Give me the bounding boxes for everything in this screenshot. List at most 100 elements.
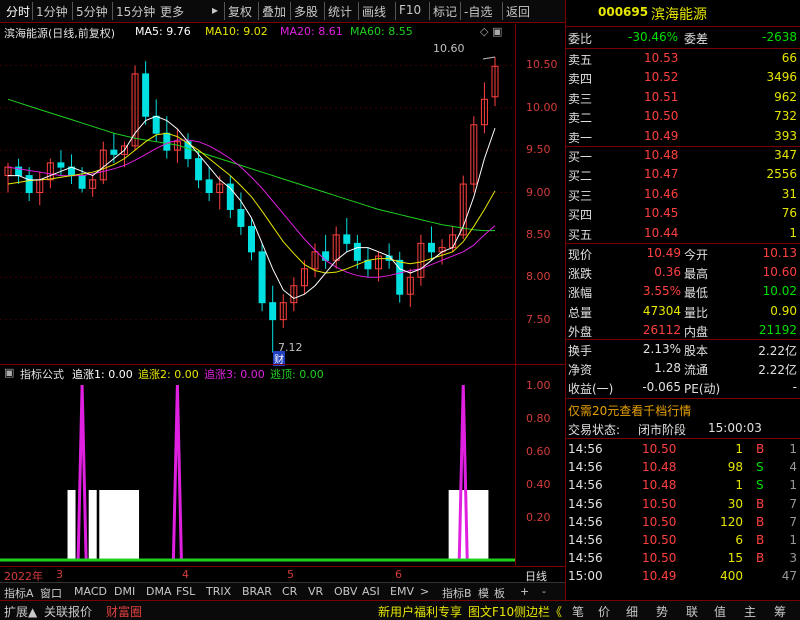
toolbar-separator — [324, 2, 325, 20]
stats-row: 涨跌 0.36 最高 10.60 — [566, 264, 800, 282]
promo-row[interactable]: 仅需20元查看千档行情 — [566, 401, 800, 419]
status-right-7[interactable]: 联 — [686, 603, 698, 620]
tick-count: 4 — [789, 460, 797, 475]
promo-link[interactable]: 仅需20元查看千档行情 — [568, 402, 691, 419]
stats-label-a: 涨幅 — [568, 286, 593, 301]
indicator-tab-15[interactable]: 模 — [478, 585, 489, 601]
price-tick: 8.50 — [526, 227, 551, 241]
indicator-tab-12[interactable]: EMV — [390, 585, 414, 598]
stats2-label-b: 流通 — [684, 363, 709, 378]
ma10-label: MA10: 9.02 — [205, 25, 268, 38]
indicator-menu-icon[interactable]: ▣ — [4, 366, 14, 379]
indicator-tab-17[interactable]: + — [520, 585, 529, 598]
tick-time: 14:56 — [568, 478, 603, 493]
tick-row: 14:56 10.48 98 S 4 — [566, 459, 800, 477]
status-right-3[interactable]: 笔 — [572, 603, 584, 620]
stats-value-b: 10.60 — [762, 265, 797, 280]
status-left-2[interactable]: 财富圈 — [106, 603, 142, 620]
month-4: 4 — [182, 568, 189, 581]
indicator-tab-8[interactable]: CR — [282, 585, 297, 598]
indicator-tab-14[interactable]: 指标B — [442, 585, 472, 601]
toolbar-item-11[interactable]: 标记 — [433, 3, 457, 20]
toolbar-item-1[interactable]: 1分钟 — [36, 3, 68, 20]
stats-value-b: 21192 — [758, 322, 797, 337]
tick-time: 14:56 — [568, 442, 603, 456]
weibi-value: -30.46% — [628, 30, 679, 44]
indicator-tick: 1.00 — [526, 379, 551, 392]
indicator-tab-13[interactable]: > — [420, 585, 429, 598]
status-right-1[interactable]: 图文F10 — [468, 603, 514, 620]
sells-row: 卖五 10.53 66 — [566, 50, 800, 68]
stats2-label-a: 净资 — [568, 363, 593, 378]
stats-label-a: 外盘 — [568, 324, 593, 339]
indicator-tab-1[interactable]: 窗口 — [40, 585, 62, 601]
indicator-tab-2[interactable]: MACD — [74, 585, 107, 598]
toolbar-item-4[interactable]: 更多 — [160, 3, 184, 20]
status-right-8[interactable]: 值 — [714, 603, 726, 620]
toolbar-separator — [290, 2, 291, 20]
toolbar-item-10[interactable]: F10 — [399, 3, 421, 17]
toolbar-separator — [224, 2, 225, 20]
status-right-9[interactable]: 主 — [744, 603, 756, 620]
indicator-tab-16[interactable]: 板 — [494, 585, 505, 601]
collapse-icon[interactable]: ◇ ▣ — [480, 25, 502, 38]
indicator-tab-4[interactable]: DMA — [146, 585, 172, 598]
buys-volume: 31 — [781, 186, 797, 201]
toolbar-item-7[interactable]: 多股 — [294, 3, 318, 20]
stats-value-b: 10.13 — [762, 246, 797, 260]
month-5: 5 — [287, 568, 294, 581]
indicator-tab-6[interactable]: TRIX — [206, 585, 231, 598]
toolbar-item-12[interactable]: -自选 — [464, 3, 492, 20]
tick-volume: 15 — [727, 551, 743, 566]
indicator-chart[interactable] — [0, 380, 515, 566]
toolbar-item-8[interactable]: 统计 — [328, 3, 352, 20]
stock-code: 000695 — [598, 5, 649, 19]
sells-label: 卖一 — [568, 130, 593, 145]
toolbar-item-0[interactable]: 分时 — [6, 3, 30, 20]
indicator-tab-10[interactable]: OBV — [334, 585, 357, 598]
toolbar-item-13[interactable]: 返回 — [506, 3, 530, 20]
status-right-6[interactable]: 势 — [656, 603, 668, 620]
ma5-line — [8, 115, 496, 300]
status-right-10[interactable]: 筹 — [774, 603, 786, 620]
status-right-0[interactable]: 新用户福利专享 — [378, 603, 462, 620]
toolbar-separator — [112, 2, 113, 20]
indicator-tab-0[interactable]: 指标A — [4, 585, 34, 601]
buys-label: 买一 — [568, 150, 593, 164]
indicator-axis: 1.00 0.80 0.60 0.40 0.20 — [515, 364, 565, 566]
indicator-tab-9[interactable]: VR — [308, 585, 323, 598]
candle-body — [57, 162, 65, 168]
stats2-value-b: - — [792, 380, 797, 395]
toolbar-item-2[interactable]: 5分钟 — [76, 3, 108, 20]
indicator-tab-7[interactable]: BRAR — [242, 585, 272, 598]
indicator-tab-11[interactable]: ASI — [362, 585, 380, 598]
candle-body — [258, 251, 266, 304]
tick-row: 15:00 10.49 400 47 — [566, 568, 800, 586]
status-left-0[interactable]: 扩展▲ — [4, 603, 37, 620]
indicator-bar: ▣ 指标公式 追涨1: 0.00 追涨2: 0.00 追涨3: 0.00 逃顶:… — [0, 364, 515, 381]
stock-name: 滨海能源 — [651, 7, 707, 23]
toolbar-item-5[interactable]: 复权 — [228, 3, 252, 20]
toolbar-item-6[interactable]: 叠加 — [262, 3, 286, 20]
stats2-label-b: PE(动) — [684, 382, 721, 397]
stats-label-a: 现价 — [568, 248, 593, 262]
tick-count: 7 — [789, 496, 797, 511]
indicator-tab-3[interactable]: DMI — [114, 585, 135, 598]
stats-label-b: 最高 — [684, 267, 709, 282]
indicator-tab-18[interactable]: - — [542, 585, 546, 598]
status-right-2[interactable]: 侧边栏《 — [514, 603, 562, 620]
indicator-tab-5[interactable]: FSL — [176, 585, 195, 598]
stats2-value-b: 2.22亿 — [758, 344, 797, 358]
tick-row: 14:56 10.50 1 B 1 — [566, 441, 800, 459]
trade-status: 闭市阶段 — [638, 423, 687, 437]
status-right-4[interactable]: 价 — [598, 603, 610, 620]
toolbar-item-9[interactable]: 画线 — [362, 3, 386, 20]
status-right-5[interactable]: 细 — [626, 603, 638, 620]
stats2-row: 收益(一) -0.065 PE(动) - — [566, 379, 800, 397]
status-left-1[interactable]: 关联报价 — [44, 603, 92, 620]
toolbar-item-3[interactable]: 15分钟 — [116, 3, 155, 20]
stats-label-b: 今开 — [684, 248, 709, 262]
more-arrow-icon[interactable]: ▸ — [212, 3, 218, 17]
candlestick-chart[interactable] — [0, 40, 515, 362]
buys-volume: 347 — [774, 148, 797, 162]
